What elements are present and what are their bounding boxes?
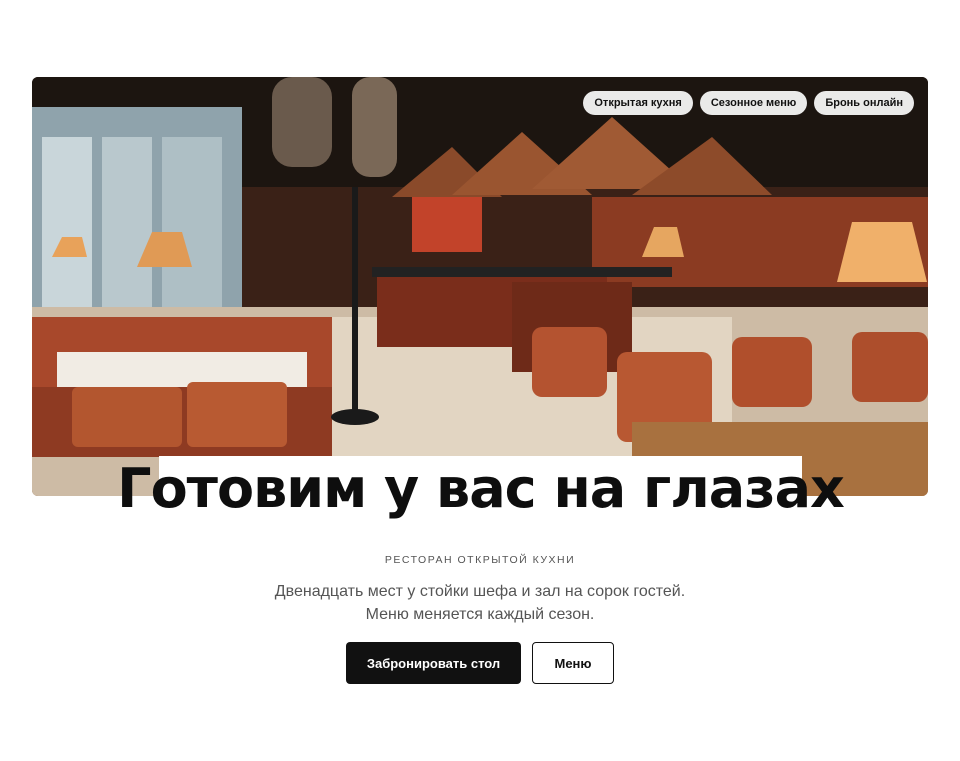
chip-open-kitchen[interactable]: Открытая кухня [583, 91, 693, 115]
feature-chips: Открытая кухня Сезонное меню Бронь онлай… [583, 91, 914, 115]
chip-seasonal-menu[interactable]: Сезонное меню [699, 91, 808, 115]
restaurant-interior-illustration [32, 77, 928, 496]
page-title: Готовим у вас на глазах [117, 456, 845, 520]
description: Двенадцать мест у стойки шефа и зал на с… [0, 580, 960, 626]
description-line-1: Двенадцать мест у стойки шефа и зал на с… [274, 583, 686, 600]
description-line-2: Меню меняется каждый сезон. [365, 606, 595, 623]
headline-box: Готовим у вас на глазах [117, 456, 845, 520]
cta-group: Забронировать стол Меню [0, 642, 960, 684]
book-table-button[interactable]: Забронировать стол [346, 642, 521, 684]
chip-online-booking[interactable]: Бронь онлайн [814, 91, 914, 115]
hero-image: Открытая кухня Сезонное меню Бронь онлай… [32, 77, 928, 496]
eyebrow-label: РЕСТОРАН ОТКРЫТОЙ КУХНИ [384, 554, 576, 566]
menu-button[interactable]: Меню [532, 642, 614, 684]
